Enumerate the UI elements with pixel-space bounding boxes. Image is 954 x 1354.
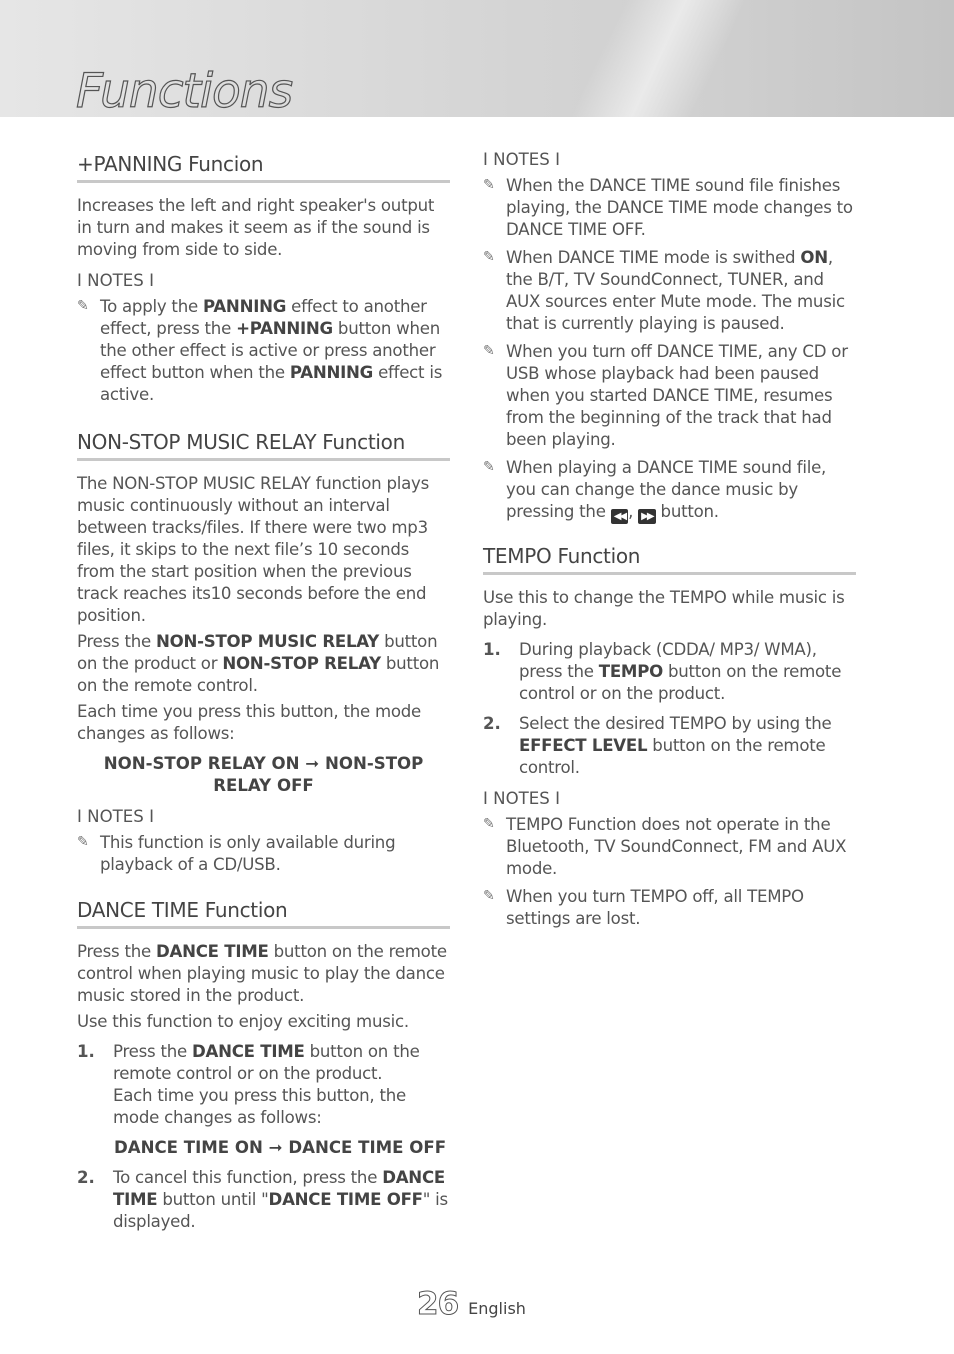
note-item: ✎ When you turn off DANCE TIME, any CD o… <box>483 341 856 451</box>
panning-section: +PANNING Funcion Increases the left and … <box>77 148 450 406</box>
step-text: Press the DANCE TIME button on the remot… <box>113 1042 420 1127</box>
pencil-note-icon: ✎ <box>483 343 495 359</box>
notes-label: I NOTES I <box>77 271 154 290</box>
step-number: 1. <box>77 1042 95 1061</box>
note-text: When the DANCE TIME sound file finishes … <box>506 176 853 239</box>
body-text: Use this to change the TEMPO while music… <box>483 588 845 629</box>
step-text: Select the desired TEMPO by using the EF… <box>519 714 832 777</box>
page-title: Functions <box>75 64 293 119</box>
note-item: ✎ To apply the PANNING effect to another… <box>77 296 450 406</box>
page-footer: 26 English <box>416 1286 526 1323</box>
note-text: When playing a DANCE TIME sound file, yo… <box>506 458 827 524</box>
nonstop-section: NON-STOP MUSIC RELAY Function The NON-ST… <box>77 426 450 876</box>
note-text: TEMPO Function does not operate in the B… <box>506 815 847 878</box>
notes-label: I NOTES I <box>77 807 154 826</box>
note-item: ✎ When playing a DANCE TIME sound file, … <box>483 457 856 524</box>
pencil-note-icon: ✎ <box>483 177 495 193</box>
notes-label: I NOTES I <box>483 150 560 169</box>
step-text: To cancel this function, press the DANCE… <box>113 1168 448 1231</box>
note-item: ✎ When the DANCE TIME sound file finishe… <box>483 175 856 241</box>
note-item: ✎ When DANCE TIME mode is swithed ON, th… <box>483 247 856 335</box>
step-number: 2. <box>483 714 501 733</box>
section-heading: NON-STOP MUSIC RELAY Function <box>77 426 450 461</box>
pencil-note-icon: ✎ <box>483 249 495 265</box>
pencil-note-icon: ✎ <box>483 459 495 475</box>
tempo-section: TEMPO Function Use this to change the TE… <box>483 540 856 930</box>
mode-sequence: NON-STOP RELAY ON ➞ NON-STOP RELAY OFF <box>103 754 424 795</box>
step-number: 1. <box>483 640 501 659</box>
note-text: When you turn off DANCE TIME, any CD or … <box>506 342 848 449</box>
note-item: ✎ TEMPO Function does not operate in the… <box>483 814 856 880</box>
page-number: 26 <box>416 1286 459 1323</box>
pencil-note-icon: ✎ <box>483 888 495 904</box>
footer-language: English <box>468 1299 526 1318</box>
step-item: 2. To cancel this function, press the DA… <box>77 1167 450 1233</box>
pencil-note-icon: ✎ <box>483 816 495 832</box>
body-text: The NON-STOP MUSIC RELAY function plays … <box>77 474 429 625</box>
body-text: Each time you press this button, the mod… <box>77 702 422 743</box>
step-item: 1. During playback (CDDA/ MP3/ WMA), pre… <box>483 639 856 705</box>
note-text: When you turn TEMPO off, all TEMPO setti… <box>506 887 804 928</box>
mode-sequence: DANCE TIME ON ➞ DANCE TIME OFF <box>114 1138 447 1157</box>
step-text: During playback (CDDA/ MP3/ WMA), press … <box>519 640 842 703</box>
note-text: This function is only available during p… <box>100 833 396 874</box>
dance-time-notes: I NOTES I ✎ When the DANCE TIME sound fi… <box>483 150 856 524</box>
section-heading: +PANNING Funcion <box>77 148 450 183</box>
dance-time-section: DANCE TIME Function Press the DANCE TIME… <box>77 894 450 1233</box>
skip-forward-icon: ▶▶ <box>638 509 656 524</box>
pencil-note-icon: ✎ <box>77 834 89 850</box>
body-text: Press the DANCE TIME button on the remot… <box>77 942 447 1005</box>
skip-back-icon: ◀◀ <box>610 509 629 524</box>
step-item: 2. Select the desired TEMPO by using the… <box>483 713 856 779</box>
step-number: 2. <box>77 1168 95 1187</box>
section-heading: DANCE TIME Function <box>77 894 450 929</box>
note-text: When DANCE TIME mode is swithed ON, the … <box>506 248 845 333</box>
notes-label: I NOTES I <box>483 789 560 808</box>
left-column: +PANNING Funcion Increases the left and … <box>77 148 450 1239</box>
step-item: 1. Press the DANCE TIME button on the re… <box>77 1041 450 1129</box>
note-item: ✎ When you turn TEMPO off, all TEMPO set… <box>483 886 856 930</box>
body-text: Press the NON-STOP MUSIC RELAY button on… <box>77 632 440 695</box>
right-column: I NOTES I ✎ When the DANCE TIME sound fi… <box>483 150 856 936</box>
section-heading: TEMPO Function <box>483 540 856 575</box>
body-text: Increases the left and right speaker's o… <box>77 196 435 259</box>
body-text: Use this function to enjoy exciting musi… <box>77 1012 409 1031</box>
pencil-note-icon: ✎ <box>77 298 89 314</box>
note-item: ✎ This function is only available during… <box>77 832 450 876</box>
note-text: To apply the PANNING effect to another e… <box>100 297 443 404</box>
